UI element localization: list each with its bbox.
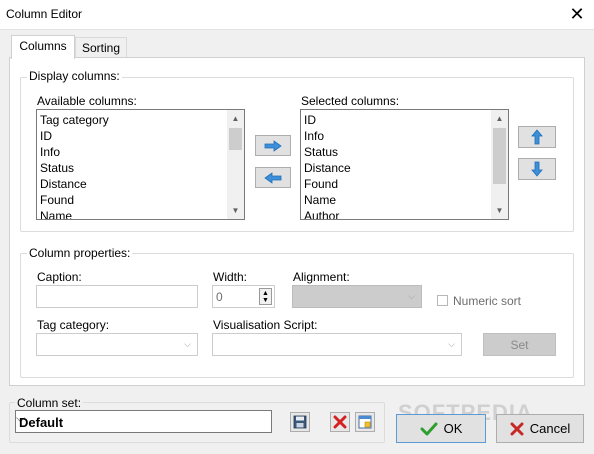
available-columns-label: Available columns: [37,94,137,108]
list-item[interactable]: Name [39,208,109,219]
scroll-up-icon[interactable]: ▲ [227,110,244,127]
list-item[interactable]: Info [39,144,109,160]
selected-columns-list[interactable]: ID Info Status Distance Found Name Author ▲ ▼ [300,109,509,220]
arrow-right-icon [264,139,282,152]
window-title: Column Editor [6,7,83,21]
ok-button-label: OK [443,421,463,436]
arrow-down-icon [531,161,543,177]
stepper-up-icon[interactable]: ▲ [262,290,269,297]
scroll-thumb[interactable] [229,128,242,150]
chevron-down-icon: ⌵ [184,338,191,349]
list-item[interactable]: Info [303,128,351,144]
caption-input[interactable] [36,285,198,308]
list-item[interactable]: Author [303,208,351,219]
tab-columns[interactable]: Columns [11,35,75,59]
save-column-set-button[interactable] [290,412,310,432]
list-item[interactable]: Found [39,192,109,208]
tag-category-select[interactable]: ⌵ [36,333,198,356]
set-button-label: Set [510,337,529,352]
set-button[interactable]: Set [483,333,556,356]
scroll-down-icon[interactable]: ▼ [491,202,508,219]
scroll-up-icon[interactable]: ▲ [491,110,508,127]
list-item[interactable]: Found [303,176,351,192]
scroll-down-icon[interactable]: ▼ [227,202,244,219]
scroll-thumb[interactable] [493,128,506,184]
column-set-label: Column set: [15,396,84,410]
cancel-button-label: Cancel [529,421,571,436]
move-down-button[interactable] [518,158,556,180]
column-set-properties-button[interactable] [355,412,375,432]
floppy-disk-icon [293,415,307,429]
tab-columns-label: Columns [19,39,67,53]
stepper-down-icon[interactable]: ▼ [262,297,269,304]
list-item[interactable]: Name [303,192,351,208]
add-column-button[interactable] [255,135,291,156]
list-item[interactable]: Distance [39,176,109,192]
chevron-down-icon: ⌵ [448,338,455,349]
move-up-button[interactable] [518,126,556,148]
title-bar [0,0,594,30]
available-columns-list[interactable]: Tag category ID Info Status Distance Found Nam… [36,109,245,220]
window-properties-icon [358,415,372,429]
list-item[interactable]: Status [39,160,109,176]
red-x-delete-icon [333,415,347,429]
width-spinner[interactable]: 0 ▲ ▼ [212,285,275,308]
list-item[interactable]: Tag category [39,112,109,128]
list-item[interactable]: ID [39,128,109,144]
close-icon[interactable]: ✕ [565,3,589,25]
tab-sorting[interactable]: Sorting [75,37,127,57]
title-divider [0,29,594,30]
width-stepper[interactable]: ▲ ▼ [259,288,272,305]
green-check-icon [420,422,438,435]
arrow-left-icon [264,171,282,184]
arrow-up-icon [531,129,543,145]
list-item[interactable]: ID [303,112,351,128]
cancel-button[interactable]: Cancel [496,414,584,443]
chevron-down-icon: ⌵ [408,290,415,301]
ok-button[interactable]: OK [396,414,486,443]
available-list-scrollbar[interactable]: ▲ ▼ [227,110,244,219]
column-properties-legend: Column properties: [27,246,133,260]
width-label: Width: [213,270,248,284]
red-x-icon [510,422,524,435]
remove-column-button[interactable] [255,167,291,188]
numeric-sort-checkbox[interactable] [437,295,448,306]
width-value: 0 [216,290,223,304]
list-item[interactable]: Distance [303,160,351,176]
tag-category-label: Tag category: [37,318,110,332]
delete-column-set-button[interactable] [330,412,350,432]
list-item[interactable]: Status [303,144,351,160]
selected-columns-label: Selected columns: [301,94,400,108]
column-set-value: Default [19,415,64,430]
alignment-label: Alignment: [293,270,350,284]
caption-label: Caption: [37,270,82,284]
display-columns-legend: Display columns: [27,69,122,83]
selected-list-scrollbar[interactable]: ▲ ▼ [491,110,508,219]
visualisation-script-select[interactable]: ⌵ [212,333,462,356]
visualisation-script-label: Visualisation Script: [213,318,318,332]
column-set-select[interactable]: Default ⌵ [15,410,272,433]
tab-sorting-label: Sorting [81,41,121,55]
alignment-select[interactable]: ⌵ [292,285,422,308]
numeric-sort-label: Numeric sort [453,294,522,308]
